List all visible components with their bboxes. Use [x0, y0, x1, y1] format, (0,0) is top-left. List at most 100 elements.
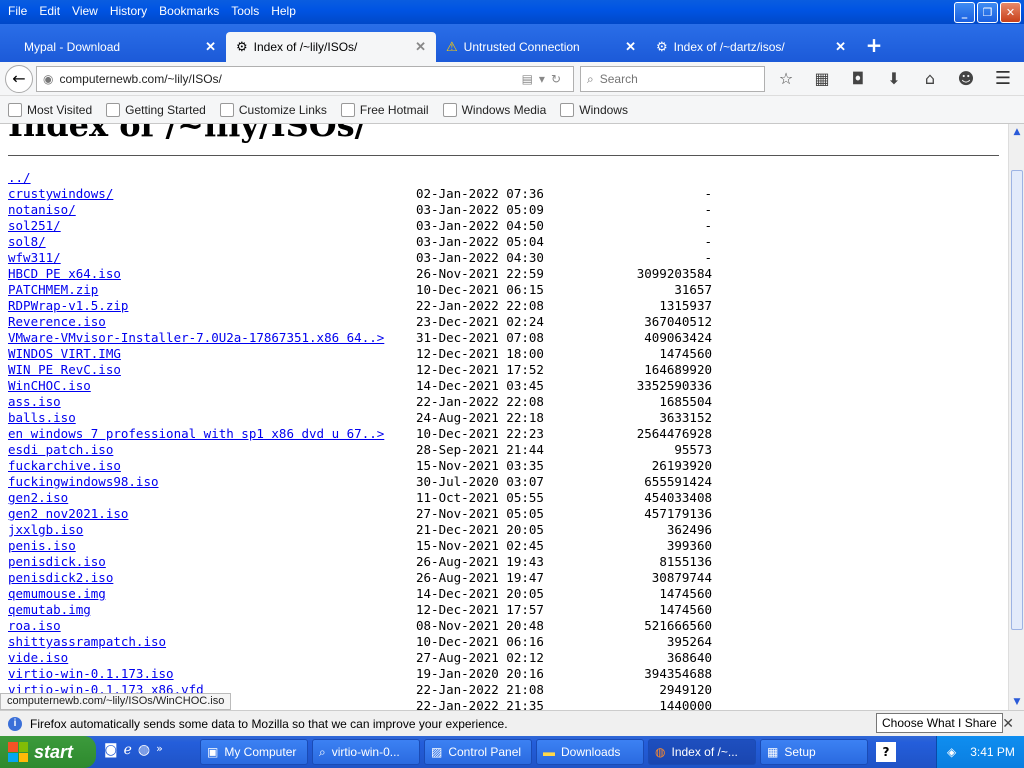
task-label: My Computer [224, 745, 297, 759]
vertical-scrollbar[interactable]: ▲ ▼ [1008, 124, 1024, 710]
file-link[interactable]: notaniso/ [8, 202, 76, 218]
file-link[interactable]: penisdick.iso [8, 554, 106, 570]
file-link[interactable]: crustywindows/ [8, 186, 113, 202]
menu-tools[interactable]: Tools [225, 4, 265, 18]
start-button[interactable]: start [0, 736, 96, 768]
file-size: - [704, 186, 712, 201]
bookmark-most-visited[interactable]: Most Visited [4, 102, 96, 117]
file-link[interactable]: virtio-win-0.1.173.iso [8, 666, 174, 682]
task-index-of[interactable]: ◍ Index of /~... [648, 739, 756, 765]
search-box[interactable]: ⌕ [580, 66, 765, 92]
more-icon[interactable]: » [156, 742, 163, 758]
file-link[interactable]: WinCHOC.iso [8, 378, 91, 394]
new-tab-button[interactable]: + [862, 34, 886, 58]
tab-dartz-isos[interactable]: ⚙ Index of /~dartz/isos/ ✕ [646, 32, 856, 62]
menu-edit[interactable]: Edit [33, 4, 66, 18]
file-link[interactable]: balls.iso [8, 410, 76, 426]
file-link[interactable]: ass.iso [8, 394, 61, 410]
file-link[interactable]: WIN PE RevC.iso [8, 362, 121, 378]
bookmarks-list-icon[interactable]: ▦ [812, 68, 832, 90]
task-virtio-win[interactable]: ⌕ virtio-win-0... [312, 739, 420, 765]
file-link[interactable]: ../ [8, 170, 31, 186]
home-icon[interactable]: ⌂ [920, 68, 940, 90]
file-link[interactable]: vide.iso [8, 650, 68, 666]
firefox-icon[interactable]: ◍ [138, 742, 150, 758]
close-tab-icon[interactable]: ✕ [625, 39, 636, 55]
close-icon[interactable]: ✕ [1002, 715, 1014, 732]
task-downloads[interactable]: ▬ Downloads [536, 739, 644, 765]
close-icon: ✕ [1005, 6, 1016, 19]
file-link[interactable]: qemutab.img [8, 602, 91, 618]
status-url: computernewb.com/~lily/ISOs/WinCHOC.iso [0, 693, 232, 710]
bookmark-star-icon[interactable]: ☆ [776, 68, 796, 90]
pocket-icon[interactable]: ◘ [848, 68, 868, 90]
menu-view[interactable]: View [66, 4, 104, 18]
file-link[interactable]: penisdick2.iso [8, 570, 113, 586]
tab-lily-isos[interactable]: ⚙ Index of /~lily/ISOs/ ✕ [226, 32, 436, 62]
file-link[interactable]: esdi patch.iso [8, 442, 113, 458]
close-tab-icon[interactable]: ✕ [415, 39, 426, 55]
file-link[interactable]: gen2 nov2021.iso [8, 506, 128, 522]
choose-what-i-share-button[interactable]: Choose What I Share [876, 713, 1003, 733]
media-player-icon[interactable]: ◙ [104, 742, 118, 758]
file-link[interactable]: wfw311/ [8, 250, 61, 266]
hello-icon[interactable]: ☻ [956, 68, 976, 90]
maximize-button[interactable]: ❐ [977, 2, 998, 23]
bookmark-getting-started[interactable]: Getting Started [102, 102, 210, 117]
task-control-panel[interactable]: ▨ Control Panel [424, 739, 532, 765]
bookmark-windows[interactable]: Windows [556, 102, 632, 117]
file-link[interactable]: PATCHMEM.zip [8, 282, 98, 298]
close-tab-icon[interactable]: ✕ [205, 39, 216, 55]
bookmark-customize-links[interactable]: Customize Links [216, 102, 331, 117]
file-link[interactable]: jxxlgb.iso [8, 522, 83, 538]
bookmark-label: Getting Started [125, 102, 206, 117]
file-link[interactable]: VMware-VMvisor-Installer-7.0U2a-17867351… [8, 330, 384, 346]
network-icon[interactable]: ◈ [947, 745, 956, 759]
dropdown-icon[interactable]: ▾ [539, 72, 551, 86]
file-link[interactable]: WINDOS VIRT.IMG [8, 346, 121, 362]
file-link[interactable]: HBCD PE x64.iso [8, 266, 121, 282]
help-icon[interactable]: ? [876, 742, 896, 762]
bookmark-label: Customize Links [238, 102, 327, 117]
task-my-computer[interactable]: ▣ My Computer [200, 739, 308, 765]
back-button[interactable]: ← [5, 65, 33, 93]
file-link[interactable]: penis.iso [8, 538, 76, 554]
close-window-button[interactable]: ✕ [1000, 2, 1021, 23]
file-link[interactable]: qemumouse.img [8, 586, 106, 602]
file-link[interactable]: sol8/ [8, 234, 46, 250]
file-size: 30879744 [651, 570, 712, 585]
internet-explorer-icon[interactable]: ℯ [124, 742, 132, 758]
file-date: 12-Dec-2021 17:57 [416, 602, 544, 617]
task-label: Control Panel [448, 745, 522, 759]
tab-mypal-download[interactable]: Mypal - Download ✕ [0, 32, 226, 62]
file-link[interactable]: RDPWrap-v1.5.zip [8, 298, 128, 314]
file-link[interactable]: fuckarchive.iso [8, 458, 121, 474]
menu-history[interactable]: History [104, 4, 153, 18]
bookmark-free-hotmail[interactable]: Free Hotmail [337, 102, 433, 117]
file-link[interactable]: fuckingwindows98.iso [8, 474, 159, 490]
file-link[interactable]: shittyassrampatch.iso [8, 634, 166, 650]
scroll-thumb[interactable] [1011, 170, 1023, 630]
scroll-down-icon[interactable]: ▼ [1009, 694, 1024, 710]
file-link[interactable]: gen2.iso [8, 490, 68, 506]
url-bar[interactable]: ◉ computernewb.com/~lily/ISOs/ ▤▾↻ [36, 66, 574, 92]
search-input[interactable] [599, 72, 750, 86]
close-tab-icon[interactable]: ✕ [835, 39, 846, 55]
tab-untrusted-connection[interactable]: ⚠ Untrusted Connection ✕ [436, 32, 646, 62]
file-link[interactable]: Reverence.iso [8, 314, 106, 330]
menu-help[interactable]: Help [265, 4, 302, 18]
menu-file[interactable]: File [2, 4, 33, 18]
file-link[interactable]: en windows 7 professional with sp1 x86 d… [8, 426, 384, 442]
file-link[interactable]: sol251/ [8, 218, 61, 234]
reload-icon[interactable]: ↻ [551, 72, 567, 86]
menu-hamburger-icon[interactable]: ☰ [992, 68, 1014, 90]
menu-bookmarks[interactable]: Bookmarks [153, 4, 225, 18]
download-icon[interactable]: ⬇ [884, 68, 904, 90]
minimize-button[interactable]: _ [954, 2, 975, 23]
file-date: 03-Jan-2022 04:50 [416, 218, 544, 233]
file-link[interactable]: roa.iso [8, 618, 61, 634]
bookmark-windows-media[interactable]: Windows Media [439, 102, 551, 117]
scroll-up-icon[interactable]: ▲ [1009, 124, 1024, 140]
reader-icon[interactable]: ▤ [522, 72, 539, 86]
task-setup[interactable]: ▦ Setup [760, 739, 868, 765]
